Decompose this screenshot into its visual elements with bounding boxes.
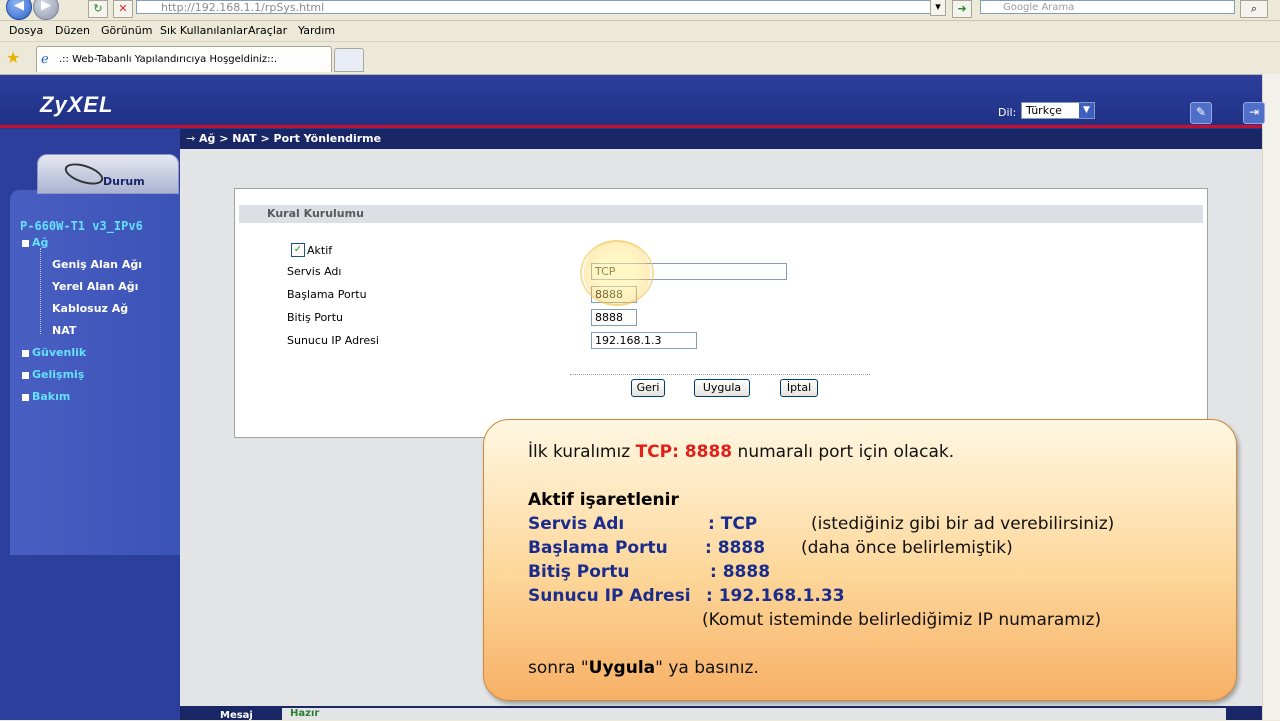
sidebar-item-label: Bakım [32, 390, 71, 403]
language-label: Dil: [998, 106, 1017, 119]
breadcrumb-text: Ağ > NAT > Port Yönlendirme [199, 132, 382, 145]
status-tab-label: Durum [103, 175, 145, 188]
tutorial-callout: İlk kuralımız TCP: 8888 numaralı port iç… [483, 419, 1237, 701]
tree-line [40, 248, 42, 334]
search-input[interactable]: Google Arama [980, 0, 1235, 14]
sidebar-item-label: Güvenlik [32, 346, 87, 359]
sidebar-item-lan[interactable]: Yerel Alan Ağı [52, 280, 138, 293]
status-bar: Mesaj Hazır [180, 706, 1262, 721]
device-name: P-660W-T1 v3_IPv6 [20, 219, 143, 233]
callout-line-2: Aktif işaretlenir [528, 490, 679, 510]
menu-araclar[interactable]: Araçlar [248, 24, 287, 37]
bitis-label: Bitiş Portu [287, 311, 343, 324]
sidebar-item-label: Gelişmiş [32, 368, 85, 381]
menu-yardim[interactable]: Yardım [298, 24, 335, 37]
callout-ip-value: : 192.168.1.33 [706, 586, 845, 606]
callout-servis-label: Servis Adı [528, 514, 625, 534]
callout-servis-note: (istediğiniz gibi bir ad verebilirsiniz) [811, 514, 1115, 534]
go-icon[interactable]: ➜ [952, 0, 972, 18]
callout-bitis-value: : 8888 [710, 562, 771, 582]
back-button[interactable]: Geri [631, 379, 665, 397]
tab-title: .:: Web-Tabanlı Yapılandırıcıya Hoşgeldi… [59, 54, 277, 65]
status-ready: Hazır [282, 708, 1226, 720]
panel-title: Kural Kurulumu [239, 205, 1203, 223]
callout-highlight: Uygula [588, 658, 656, 678]
bitis-input[interactable]: 8888 [591, 309, 637, 326]
header-divider [0, 125, 1262, 128]
tab-active[interactable]: ℯ .:: Web-Tabanlı Yapılandırıcıya Hoşgel… [36, 46, 332, 72]
cancel-button[interactable]: İptal [780, 379, 818, 397]
back-button-icon[interactable]: ◀ [6, 0, 32, 20]
menu-favorites[interactable]: Sık Kullanılanlar [160, 24, 248, 37]
vertical-scrollbar[interactable] [1262, 74, 1280, 720]
address-bar-row: ◀ ▶ ↻ ✕ http://192.168.1.1/rpSys.html ▾ … [0, 0, 1280, 21]
callout-text: numaralı port için olacak. [737, 442, 955, 462]
menu-bar: Dosya Düzen Görünüm Sık Kullanılanlar Ar… [0, 21, 1280, 42]
callout-servis-value: : TCP [708, 514, 758, 534]
forward-button-icon[interactable]: ▶ [33, 0, 59, 20]
callout-text: " ya basınız. [655, 658, 759, 678]
aktif-checkbox[interactable]: ✓ [291, 243, 305, 257]
callout-ip-note: (Komut isteminde belirlediğimiz IP numar… [702, 610, 1102, 630]
ip-input[interactable]: 192.168.1.3 [591, 332, 697, 349]
menu-gorunum[interactable]: Görünüm [101, 24, 152, 37]
divider [570, 374, 870, 375]
tab-bar: ★ ℯ .:: Web-Tabanlı Yapılandırıcıya Hoşg… [0, 42, 1280, 75]
status-message-label: Mesaj [220, 710, 253, 721]
ip-label: Sunucu IP Adresi [287, 334, 379, 347]
expand-icon [22, 371, 29, 379]
sidebar-item-gelismis[interactable]: Gelişmiş [22, 368, 84, 381]
menu-duzen[interactable]: Düzen [55, 24, 90, 37]
sidebar-item-guvenlik[interactable]: Güvenlik [22, 346, 86, 359]
router-icon [62, 159, 106, 189]
callout-highlight: TCP: 8888 [635, 442, 733, 462]
url-input[interactable]: http://192.168.1.1/rpSys.html [136, 0, 944, 14]
sidebar-item-nat[interactable]: NAT [52, 324, 76, 337]
callout-bitis-label: Bitiş Portu [528, 562, 630, 582]
callout-text: sonra " [528, 658, 589, 678]
callout-last-line: sonra "Uygula" ya basınız. [528, 658, 759, 678]
baslama-label: Başlama Portu [287, 288, 367, 301]
language-select[interactable]: Türkçe ▼ [1021, 102, 1095, 119]
callout-text: İlk kuralımız [528, 442, 631, 462]
cursor-highlight [580, 240, 654, 306]
callout-baslama-note: (daha önce belirlemiştik) [801, 538, 1013, 558]
favorites-star-icon[interactable]: ★ [6, 48, 20, 67]
rule-setup-panel: Kural Kurulumu [234, 188, 1208, 438]
chevron-down-icon: ▼ [1079, 103, 1094, 118]
stop-icon[interactable]: ✕ [113, 0, 133, 18]
servis-label: Servis Adı [287, 265, 342, 278]
breadcrumb: ⇾ Ağ > NAT > Port Yönlendirme [180, 129, 1262, 149]
expand-icon [22, 349, 29, 357]
language-value: Türkçe [1026, 104, 1062, 117]
refresh-icon[interactable]: ↻ [88, 0, 108, 18]
callout-baslama-label: Başlama Portu [528, 538, 668, 558]
sidebar-item-ag[interactable]: Ağ [22, 236, 48, 249]
sidebar-item-bakim[interactable]: Bakım [22, 390, 70, 403]
status-tab[interactable]: Durum [37, 154, 179, 194]
wizard-icon[interactable]: ✎ [1190, 102, 1212, 124]
breadcrumb-arrow-icon: ⇾ [186, 132, 200, 145]
url-dropdown-icon[interactable]: ▾ [930, 0, 946, 16]
apply-button[interactable]: Uygula [694, 379, 750, 397]
expand-icon [22, 239, 29, 247]
ie-page-icon: ℯ [41, 52, 49, 67]
new-tab-button[interactable] [334, 48, 364, 72]
menu-dosya[interactable]: Dosya [9, 24, 43, 37]
aktif-label: Aktif [307, 244, 333, 257]
callout-baslama-value: : 8888 [705, 538, 766, 558]
zyxel-logo: ZyXEL [40, 92, 114, 117]
search-icon[interactable]: ⌕ [1240, 0, 1268, 18]
sidebar-item-wireless[interactable]: Kablosuz Ağ [52, 302, 128, 315]
sidebar-item-wan[interactable]: Geniş Alan Ağı [52, 258, 142, 271]
logout-icon[interactable]: ⇥ [1243, 102, 1265, 124]
callout-ip-label: Sunucu IP Adresi [528, 586, 691, 606]
router-header: ZyXEL Dil: Türkçe ▼ ✎ ⇥ [0, 75, 1265, 128]
expand-icon [22, 393, 29, 401]
callout-line-1: İlk kuralımız TCP: 8888 numaralı port iç… [528, 442, 954, 462]
